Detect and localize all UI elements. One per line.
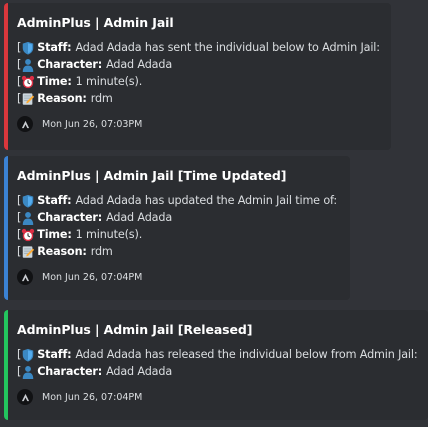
field-value: rdm xyxy=(90,92,113,105)
field-reason: [ Reason: rdm xyxy=(17,90,377,107)
person-icon xyxy=(21,365,35,379)
field-staff: [ Staff: Adad Adada has sent the individ… xyxy=(17,39,380,56)
footer-avatar-icon xyxy=(17,389,33,405)
embed-admin-jail-released: AdminPlus | Admin Jail [Released] [ Staf… xyxy=(4,310,428,420)
embed-footer: Mon Jun 26, 07:03PM xyxy=(17,116,377,132)
field-label: Character: xyxy=(37,58,103,71)
field-value: 1 minute(s). xyxy=(75,228,143,241)
memo-icon xyxy=(21,245,35,259)
embed-admin-jail-time-updated: AdminPlus | Admin Jail [Time Updated] [ … xyxy=(4,156,350,300)
person-icon xyxy=(21,211,35,225)
alarm-clock-icon xyxy=(21,75,35,89)
field-label: Time: xyxy=(37,228,72,241)
field-label: Character: xyxy=(37,365,103,378)
footer-timestamp: Mon Jun 26, 07:04PM xyxy=(42,391,143,403)
field-label: Reason: xyxy=(37,245,87,258)
field-character: [ Character: Adad Adada xyxy=(17,209,336,226)
field-value: rdm xyxy=(90,245,113,258)
footer-avatar-icon xyxy=(17,116,33,132)
field-label: Staff: xyxy=(37,194,72,207)
field-label: Reason: xyxy=(37,92,87,105)
field-staff: [ Staff: Adad Adada has released the ind… xyxy=(17,346,418,363)
embed-admin-jail: AdminPlus | Admin Jail [ Staff: Adad Ada… xyxy=(4,3,391,150)
field-staff: [ Staff: Adad Adada has updated the Admi… xyxy=(17,192,338,209)
embed-footer: Mon Jun 26, 07:04PM xyxy=(17,269,336,285)
embed-footer: Mon Jun 26, 07:04PM xyxy=(17,389,414,405)
field-label: Time: xyxy=(37,75,72,88)
alarm-clock-icon xyxy=(21,228,35,242)
embed-color-bar xyxy=(4,310,8,420)
embed-color-bar xyxy=(4,156,8,300)
footer-avatar-icon xyxy=(17,269,33,285)
field-character: [ Character: Adad Adada xyxy=(17,56,377,73)
field-value: 1 minute(s). xyxy=(75,75,143,88)
field-time: [ Time: 1 minute(s). xyxy=(17,226,336,243)
embed-title: AdminPlus | Admin Jail [Time Updated] xyxy=(17,168,287,183)
field-value: Adad Adada xyxy=(106,365,173,378)
embed-title: AdminPlus | Admin Jail [Released] xyxy=(17,322,253,337)
shield-icon xyxy=(21,348,35,362)
embed-color-bar xyxy=(4,3,8,150)
shield-icon xyxy=(21,194,35,208)
field-reason: [ Reason: rdm xyxy=(17,243,336,260)
field-label: Character: xyxy=(37,211,103,224)
footer-timestamp: Mon Jun 26, 07:03PM xyxy=(42,118,143,130)
field-label: Staff: xyxy=(37,348,72,361)
footer-timestamp: Mon Jun 26, 07:04PM xyxy=(42,271,143,283)
field-label: Staff: xyxy=(37,41,72,54)
memo-icon xyxy=(21,92,35,106)
field-value: Adad Adada xyxy=(106,211,173,224)
shield-icon xyxy=(21,41,35,55)
field-value: Adad Adada has sent the individual below… xyxy=(75,41,380,54)
field-value: Adad Adada has updated the Admin Jail ti… xyxy=(75,194,338,207)
field-value: Adad Adada has released the individual b… xyxy=(75,348,418,361)
person-icon xyxy=(21,58,35,72)
field-time: [ Time: 1 minute(s). xyxy=(17,73,377,90)
field-value: Adad Adada xyxy=(106,58,173,71)
field-character: [ Character: Adad Adada xyxy=(17,363,414,380)
embed-title: AdminPlus | Admin Jail xyxy=(17,15,174,30)
